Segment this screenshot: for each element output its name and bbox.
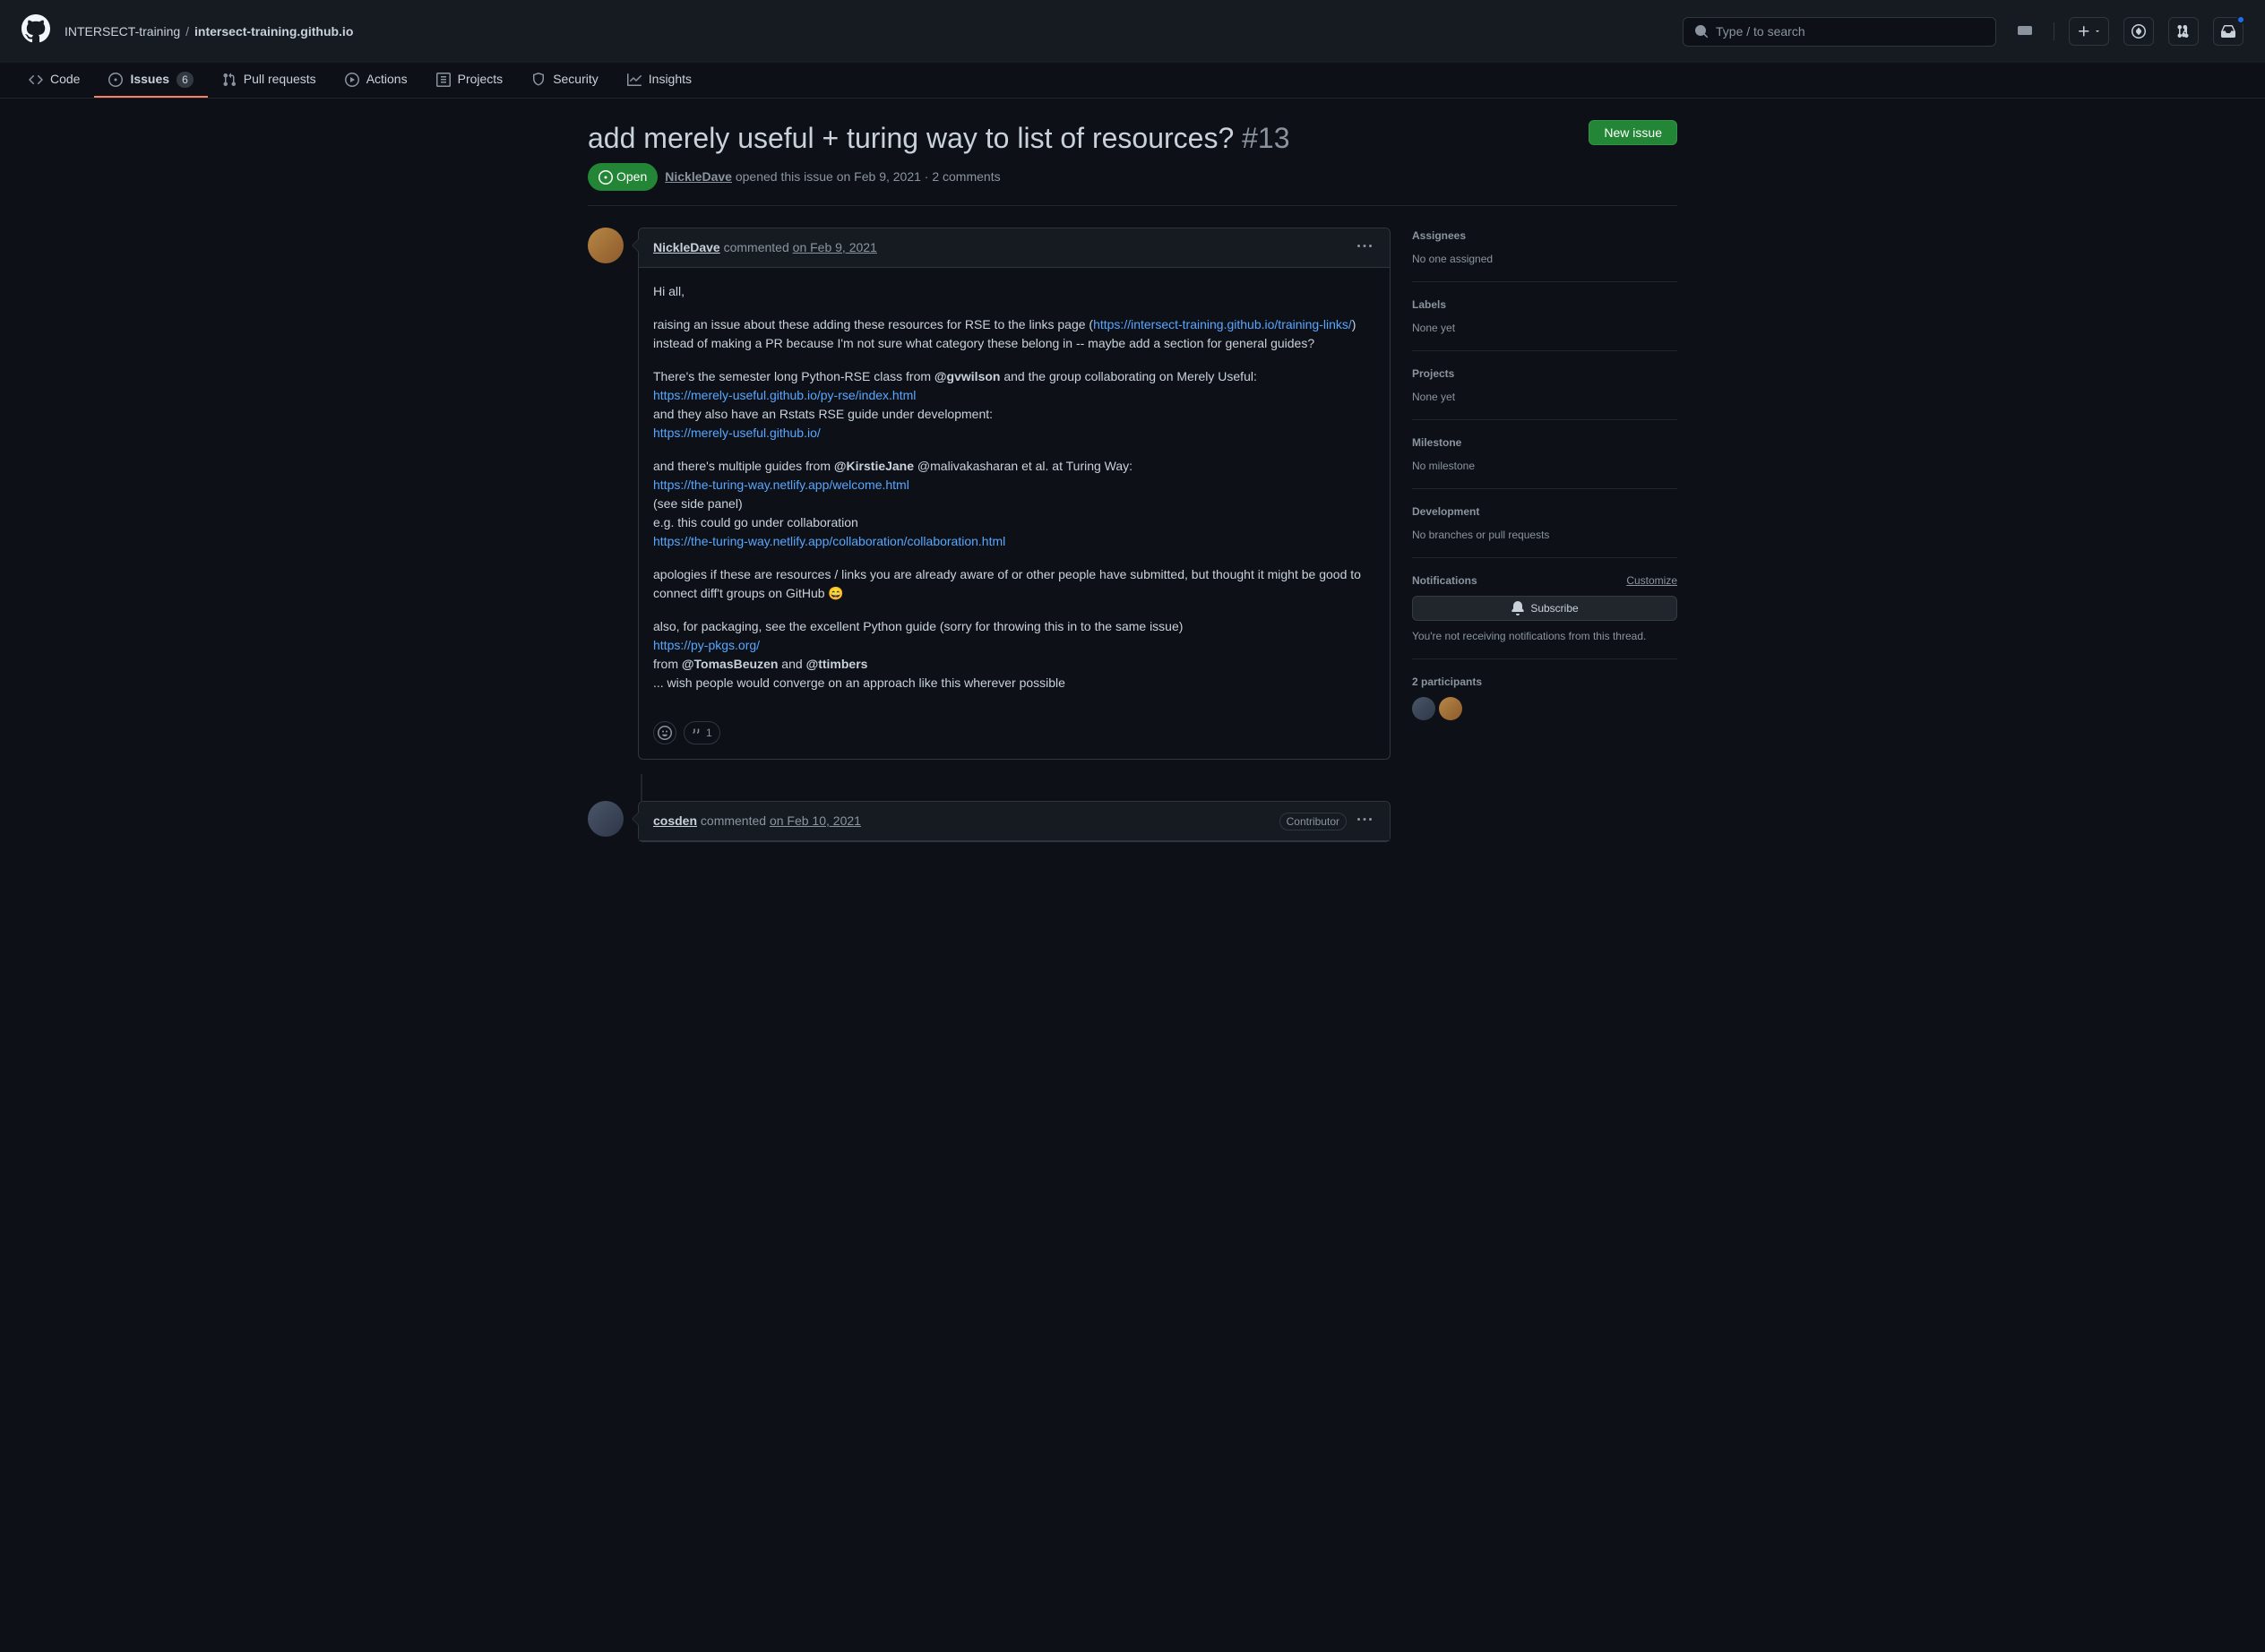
- status-badge: Open: [588, 163, 658, 191]
- plus-icon: [2077, 24, 2091, 39]
- issues-button[interactable]: [2123, 17, 2154, 46]
- mention-kirstie[interactable]: @KirstieJane: [834, 459, 914, 473]
- turing-collab-link[interactable]: https://the-turing-way.netlify.app/colla…: [653, 534, 1005, 548]
- comment-menu-button[interactable]: [1354, 236, 1375, 260]
- timeline-connector: [641, 774, 642, 801]
- pyrse-link[interactable]: https://merely-useful.github.io/py-rse/i…: [653, 388, 916, 402]
- development-label[interactable]: Development: [1412, 503, 1677, 520]
- nav-issues-label: Issues: [130, 70, 169, 89]
- table-icon: [436, 73, 451, 87]
- subscribe-button[interactable]: Subscribe: [1412, 596, 1677, 621]
- issue-open-icon: [599, 170, 613, 185]
- comment-author-link[interactable]: NickleDave: [653, 238, 720, 257]
- graph-icon: [627, 73, 642, 87]
- pr-icon: [2176, 24, 2191, 39]
- turing-welcome-link[interactable]: https://the-turing-way.netlify.app/welco…: [653, 478, 909, 492]
- smiley-icon: [658, 726, 672, 740]
- merely-link[interactable]: https://merely-useful.github.io/: [653, 426, 821, 440]
- avatar[interactable]: [588, 801, 624, 837]
- repo-link[interactable]: intersect-training.github.io: [194, 22, 353, 41]
- assignees-label[interactable]: Assignees: [1412, 228, 1677, 244]
- nav-pulls[interactable]: Pull requests: [208, 63, 331, 98]
- new-issue-button[interactable]: New issue: [1589, 120, 1677, 145]
- bell-icon: [1511, 601, 1525, 615]
- avatar[interactable]: [588, 228, 624, 263]
- nav-security[interactable]: Security: [517, 63, 613, 98]
- participants-label: 2 participants: [1412, 674, 1677, 690]
- nav-security-label: Security: [553, 70, 599, 89]
- nav-code-label: Code: [50, 70, 80, 89]
- command-icon: [2018, 23, 2032, 38]
- labels-label[interactable]: Labels: [1412, 297, 1677, 313]
- milestone-label[interactable]: Milestone: [1412, 435, 1677, 451]
- add-reaction-button[interactable]: [653, 721, 676, 744]
- milestone-value: No milestone: [1412, 458, 1677, 474]
- issue-author-link[interactable]: NickleDave: [665, 169, 732, 184]
- issue-title: add merely useful + turing way to list o…: [588, 120, 1574, 156]
- code-icon: [29, 73, 43, 87]
- issue-number: #13: [1242, 122, 1289, 154]
- pypkgs-link[interactable]: https://py-pkgs.org/: [653, 638, 760, 652]
- search-input[interactable]: Type / to search: [1683, 17, 1996, 47]
- mention-tomas[interactable]: @TomasBeuzen: [682, 657, 779, 671]
- nav-actions-label: Actions: [366, 70, 408, 89]
- inbox-icon: [2221, 24, 2235, 39]
- labels-value: None yet: [1412, 320, 1677, 336]
- issue-meta: NickleDave opened this issue on Feb 9, 2…: [665, 168, 1000, 186]
- comment-author-link[interactable]: cosden: [653, 812, 697, 830]
- org-link[interactable]: INTERSECT-training: [65, 22, 180, 41]
- pull-requests-button[interactable]: [2168, 17, 2199, 46]
- comment-menu-button[interactable]: [1354, 809, 1375, 833]
- create-new-button[interactable]: [2069, 17, 2109, 46]
- breadcrumb-sep: /: [185, 22, 189, 41]
- mention-ttimbers[interactable]: @ttimbers: [806, 657, 868, 671]
- nav-projects[interactable]: Projects: [422, 63, 518, 98]
- issue-opened-icon: [108, 73, 123, 87]
- quote-icon: [692, 727, 702, 738]
- notifications-label: Notifications: [1412, 572, 1477, 589]
- participant-avatar[interactable]: [1439, 697, 1462, 720]
- projects-value: None yet: [1412, 389, 1677, 405]
- issue-icon: [2132, 24, 2146, 39]
- github-logo-icon[interactable]: [22, 14, 50, 48]
- mention-gvwilson[interactable]: @gvwilson: [934, 369, 1001, 383]
- projects-label[interactable]: Projects: [1412, 366, 1677, 382]
- breadcrumb: INTERSECT-training / intersect-training.…: [65, 22, 353, 41]
- comment-date-link[interactable]: on Feb 10, 2021: [770, 812, 861, 830]
- development-value: No branches or pull requests: [1412, 527, 1677, 543]
- pr-nav-icon: [222, 73, 237, 87]
- commented-label: commented: [701, 812, 766, 830]
- nav-issues[interactable]: Issues 6: [94, 63, 207, 98]
- notification-badge: [2236, 15, 2245, 24]
- training-link[interactable]: https://intersect-training.github.io/tra…: [1093, 317, 1352, 331]
- search-icon: [1694, 24, 1709, 39]
- search-placeholder: Type / to search: [1716, 22, 1805, 41]
- nav-pulls-label: Pull requests: [244, 70, 316, 89]
- assignees-value: No one assigned: [1412, 251, 1677, 267]
- nav-actions[interactable]: Actions: [331, 63, 422, 98]
- customize-link[interactable]: Customize: [1626, 572, 1677, 589]
- nav-insights-label: Insights: [649, 70, 692, 89]
- nav-code[interactable]: Code: [14, 63, 94, 98]
- nav-insights[interactable]: Insights: [613, 63, 706, 98]
- issues-count-badge: 6: [177, 72, 194, 88]
- participant-avatar[interactable]: [1412, 697, 1435, 720]
- notification-description: You're not receiving notifications from …: [1412, 628, 1677, 644]
- contributor-badge: Contributor: [1279, 813, 1347, 830]
- kebab-icon: [1357, 239, 1372, 254]
- commented-label: commented: [724, 238, 789, 257]
- comment-date-link[interactable]: on Feb 9, 2021: [793, 238, 877, 257]
- command-palette-button[interactable]: [2011, 20, 2039, 44]
- nav-projects-label: Projects: [458, 70, 504, 89]
- play-icon: [345, 73, 359, 87]
- chevron-down-icon: [2094, 28, 2101, 35]
- kebab-icon: [1357, 813, 1372, 827]
- comment-body: Hi all, raising an issue about these add…: [639, 268, 1390, 721]
- reaction-quote-button[interactable]: 1: [684, 721, 720, 744]
- shield-icon: [531, 73, 546, 87]
